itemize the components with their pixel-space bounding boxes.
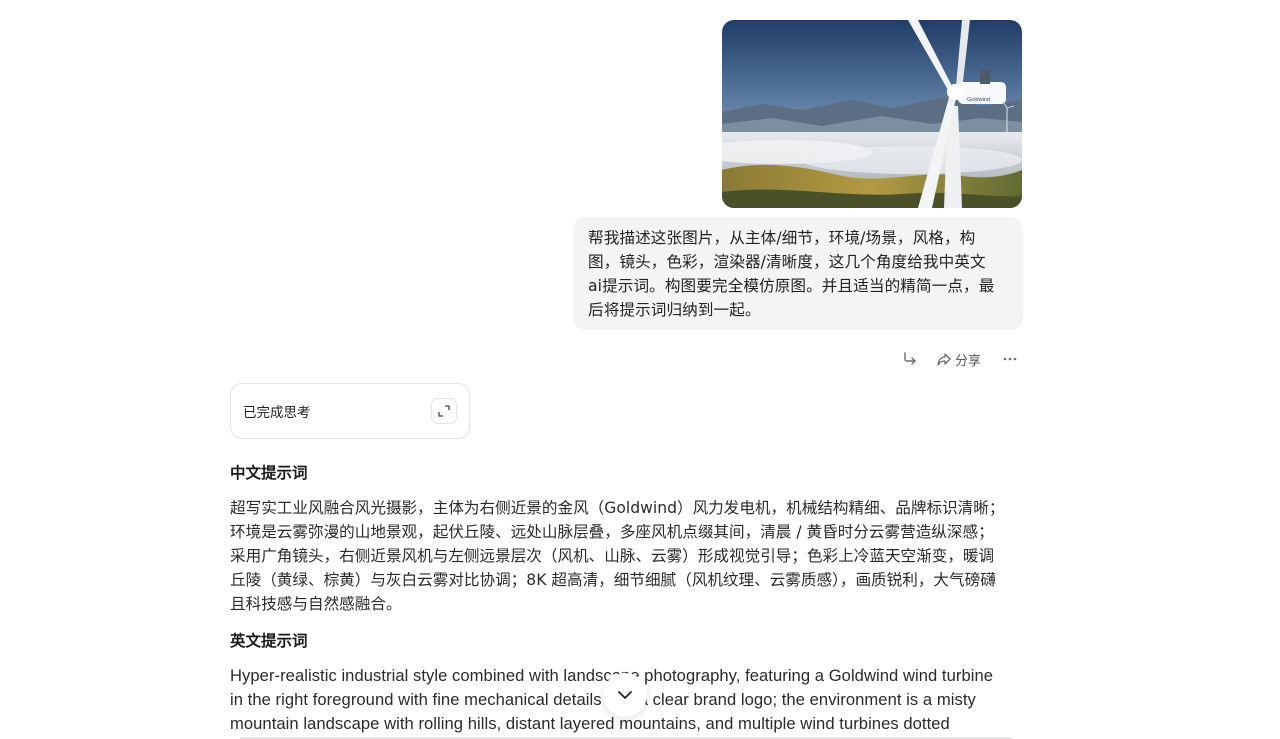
user-message-line: 帮我描述这张图片，从主体/细节，环境/场景，风格，构 (588, 229, 976, 247)
zh-prompt-line: 采用广角镜头，右侧近景风机与左侧远景层次（风机、山脉、云雾）形成视觉引导；色彩上… (230, 547, 995, 565)
zh-prompt-line: 环境是云雾弥漫的山地景观，起伏丘陵、远处山脉层叠，多座风机点缀其间，清晨 / 黄… (230, 523, 994, 541)
message-actions: 分享 (898, 346, 1024, 372)
expand-thinking-button[interactable] (431, 398, 457, 424)
zh-prompt-paragraph: 超写实工业风融合风光摄影，主体为右侧近景的金风（Goldwind）风力发电机，机… (230, 496, 1030, 616)
more-icon (1003, 357, 1017, 361)
expand-icon (438, 405, 450, 417)
share-button[interactable]: 分享 (936, 346, 981, 372)
more-options-button[interactable] (1002, 346, 1018, 372)
chat-page: Goldwind 帮我描述这张图片，从主体/细节，环境/场景，风格，构 图，镜头… (0, 0, 1280, 739)
zh-prompt-line: 丘陵（黄绿、棕黄）与灰白云雾对比协调；8K 超高清，细节细腻（风机纹理、云雾质感… (230, 571, 996, 589)
user-message-line: 后将提示词归纳到一起。 (588, 301, 761, 319)
wind-turbine-photo: Goldwind (722, 20, 1022, 208)
thinking-label: 已完成思考 (243, 405, 311, 421)
en-prompt-heading: 英文提示词 (230, 632, 308, 650)
zh-prompt-heading: 中文提示词 (230, 464, 308, 482)
reply-arrow-icon (904, 352, 916, 365)
user-message-line: 图，镜头，色彩，渲染器/清晰度，这几个角度给我中英文 (588, 253, 986, 271)
scroll-to-bottom-button[interactable] (603, 673, 647, 717)
brand-logo-text: Goldwind (967, 97, 990, 103)
zh-prompt-line: 超写实工业风融合风光摄影，主体为右侧近景的金风（Goldwind）风力发电机，机… (230, 499, 1005, 517)
share-icon (937, 353, 951, 366)
zh-prompt-line: 且科技感与自然感融合。 (230, 595, 402, 613)
chevron-down-icon (618, 691, 632, 699)
uploaded-image[interactable]: Goldwind (722, 20, 1022, 208)
thinking-complete-card[interactable]: 已完成思考 (230, 383, 470, 439)
user-message-bubble: 帮我描述这张图片，从主体/细节，环境/场景，风格，构 图，镜头，色彩，渲染器/清… (573, 217, 1023, 330)
share-label: 分享 (955, 353, 982, 369)
user-message-line: ai提示词。构图要完全模仿原图。并且适当的精简一点，最 (588, 277, 995, 295)
quote-reply-button[interactable] (902, 346, 918, 372)
